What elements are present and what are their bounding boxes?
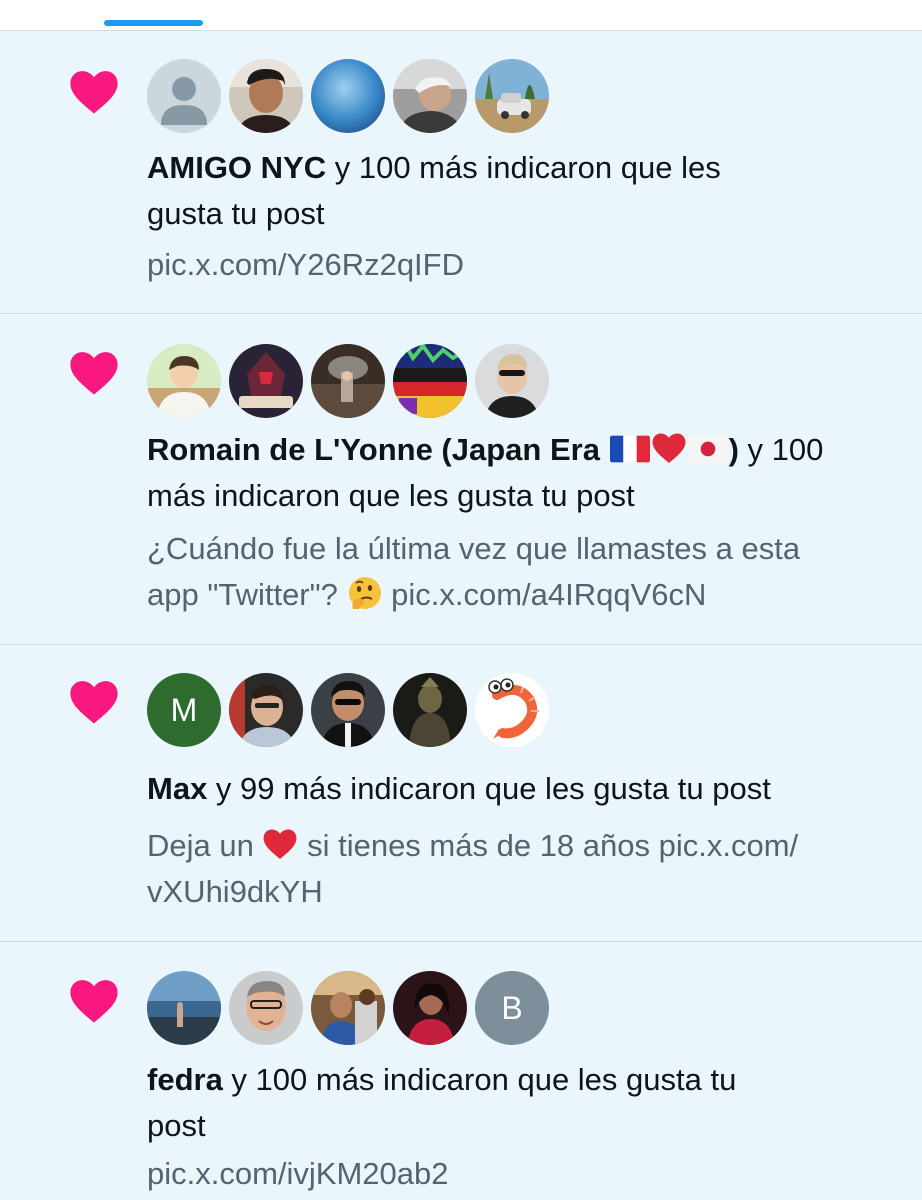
photo-avatar[interactable] xyxy=(393,344,467,418)
top-tab-bar xyxy=(0,0,922,31)
action-text: más indicaron que les gusta tu post xyxy=(147,478,635,513)
action-text: y 100 xyxy=(738,432,824,467)
photo-avatar[interactable] xyxy=(475,344,549,418)
post-text: ¿Cuándo fue la última vez que llamastes … xyxy=(147,531,801,566)
photo-avatar[interactable] xyxy=(147,971,221,1045)
heart-icon xyxy=(70,681,118,724)
photo-avatar[interactable] xyxy=(311,673,385,747)
letter-avatar[interactable]: M xyxy=(147,673,221,747)
letter-avatar[interactable]: B xyxy=(475,971,549,1045)
post-snippet[interactable]: ¿Cuándo fue la última vez que llamastes … xyxy=(147,526,907,618)
post-text: app "Twitter"? xyxy=(147,577,347,612)
france-flag-icon xyxy=(609,435,650,463)
notification-text: AMIGO NYC y 100 más indicaron que les gu… xyxy=(147,145,907,237)
photo-avatar[interactable] xyxy=(229,59,303,133)
photo-avatar[interactable] xyxy=(147,344,221,418)
notification-text: fedra y 100 más indicaron que les gusta … xyxy=(147,1057,907,1149)
notification-item[interactable]: Romain de L'Yonne (Japan Era ) y 100 más… xyxy=(0,314,922,645)
action-text: y 100 más indicaron que les xyxy=(326,150,721,185)
post-link[interactable]: pic.x.com/Y26Rz2qIFD xyxy=(147,247,464,282)
photo-avatar[interactable] xyxy=(311,344,385,418)
default-avatar[interactable] xyxy=(147,59,221,133)
photo-avatar[interactable] xyxy=(393,971,467,1045)
photo-avatar[interactable] xyxy=(311,971,385,1045)
japan-flag-icon xyxy=(687,435,728,463)
photo-avatar[interactable] xyxy=(229,673,303,747)
post-link[interactable]: pic.x.com/a4IRqqV6cN xyxy=(383,577,706,612)
action-text: y 99 más indicaron que les gusta tu post xyxy=(207,771,771,806)
user-name[interactable]: AMIGO NYC xyxy=(147,150,326,185)
action-text: gusta tu post xyxy=(147,196,325,231)
active-tab-indicator xyxy=(104,20,203,26)
heart-icon xyxy=(70,71,118,114)
post-snippet[interactable]: Deja un si tienes más de 18 años pic.x.c… xyxy=(147,823,907,915)
photo-avatar[interactable] xyxy=(229,971,303,1045)
red-heart-icon xyxy=(652,433,685,463)
heart-icon xyxy=(70,980,118,1023)
photo-avatar[interactable] xyxy=(311,59,385,133)
user-name[interactable]: fedra xyxy=(147,1062,223,1097)
shrimp-avatar[interactable] xyxy=(475,673,549,747)
post-snippet[interactable]: pic.x.com/ivjKM20ab2 xyxy=(147,1151,907,1197)
thinking-face-icon xyxy=(348,577,381,609)
action-text: post xyxy=(147,1108,206,1143)
notification-text: Romain de L'Yonne (Japan Era ) y 100 más… xyxy=(147,427,907,519)
red-heart-icon xyxy=(264,829,297,859)
photo-avatar[interactable] xyxy=(229,344,303,418)
post-text[interactable]: si tienes más de 18 años pic.x.com/ xyxy=(298,828,798,863)
post-text: Deja un xyxy=(147,828,263,863)
post-link[interactable]: pic.x.com/ivjKM20ab2 xyxy=(147,1156,449,1191)
post-link[interactable]: vXUhi9dkYH xyxy=(147,869,907,915)
user-name[interactable]: Romain de L'Yonne (Japan Era ) xyxy=(147,432,739,467)
notification-item[interactable]: M Max y 99 más indicaron que les gusta t… xyxy=(0,645,922,942)
photo-avatar[interactable] xyxy=(393,673,467,747)
notification-item[interactable]: AMIGO NYC y 100 más indicaron que les gu… xyxy=(0,31,922,314)
action-text: y 100 más indicaron que les gusta tu xyxy=(222,1062,737,1097)
photo-avatar[interactable] xyxy=(475,59,549,133)
post-snippet[interactable]: pic.x.com/Y26Rz2qIFD xyxy=(147,242,907,288)
notification-text: Max y 99 más indicaron que les gusta tu … xyxy=(147,766,907,812)
heart-icon xyxy=(70,352,118,395)
photo-avatar[interactable] xyxy=(393,59,467,133)
user-name[interactable]: Max xyxy=(147,771,207,806)
notification-item[interactable]: B fedra y 100 más indicaron que les gust… xyxy=(0,942,922,1200)
